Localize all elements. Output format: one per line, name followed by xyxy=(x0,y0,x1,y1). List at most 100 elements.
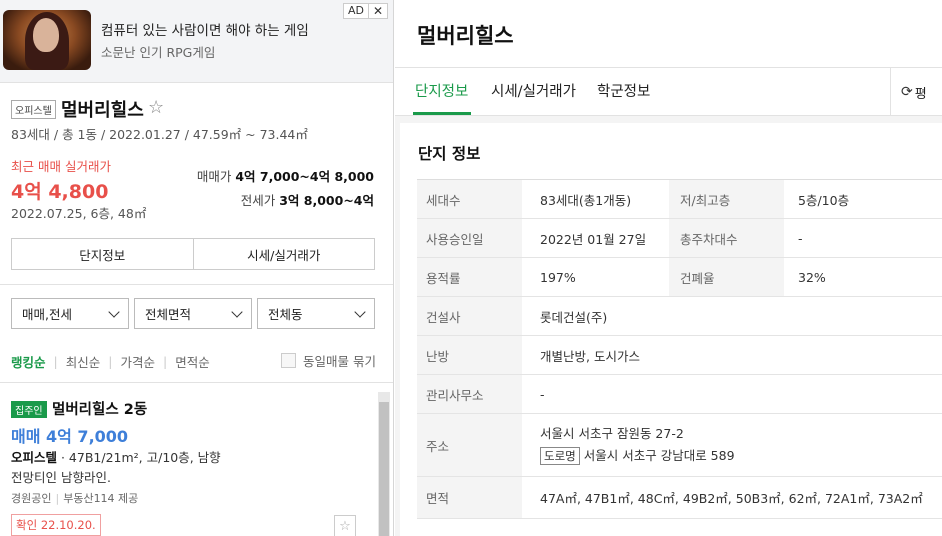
sort-price[interactable]: 가격순 xyxy=(120,352,155,371)
sale-label: 매매가 xyxy=(196,169,232,184)
unit-toggle-button[interactable]: ⟳ 평 xyxy=(890,68,942,116)
detail-title: 멀버리힐스 xyxy=(417,24,514,48)
sale-price-range: 매매가 4억 7,000~4억 8,000 xyxy=(197,166,374,185)
recent-trade-label: 최근 매매 실거래가 xyxy=(11,159,111,174)
scrollbar-thumb[interactable] xyxy=(379,402,389,536)
section-title: 단지 정보 xyxy=(418,145,481,163)
info-key: 저/최고층 xyxy=(669,180,784,218)
listing-detail: · 47B1/21m², 고/10층, 남향 xyxy=(57,450,221,465)
building-filter[interactable]: 전체동 xyxy=(257,298,375,329)
complex-info-card: 단지 정보 세대수 83세대(총1개동) 저/최고층 5층/10층 사용승인일 … xyxy=(400,123,942,536)
info-value: 개별난방, 도시가스 xyxy=(540,348,640,364)
listing-agent: 경원공인 | 부동산114 제공 xyxy=(11,492,139,505)
sort-ranking[interactable]: 랭킹순 xyxy=(11,352,46,371)
area-filter[interactable]: 전체면적 xyxy=(134,298,252,329)
ad-subtitle[interactable]: 소문난 인기 RPG게임 xyxy=(101,42,215,61)
recent-trade-price: 4억 4,800 xyxy=(11,181,109,203)
chevron-down-icon xyxy=(108,305,120,318)
same-listing-toggle[interactable]: 동일매물 묶기 xyxy=(281,351,376,370)
info-key: 건설사 xyxy=(417,297,522,335)
chevron-down-icon xyxy=(231,305,243,318)
jeonse-label: 전세가 xyxy=(240,193,276,208)
filter-label: 매매,전세 xyxy=(22,307,72,322)
info-value: 83세대(총1개동) xyxy=(540,192,632,208)
info-key: 건폐율 xyxy=(669,258,784,296)
listing-item[interactable]: 집주인 멀버리힐스 2동 매매 4억 7,000 오피스텔 · 47B1/21m… xyxy=(0,383,376,536)
info-row: 면적 47A㎡, 47B1㎡, 48C㎡, 49B2㎡, 50B3㎡, 62㎡,… xyxy=(417,477,942,519)
info-table: 세대수 83세대(총1개동) 저/최고층 5층/10층 사용승인일 2022년 … xyxy=(417,179,942,519)
complex-button-row: 단지정보 시세/실거래가 xyxy=(11,238,375,270)
favorite-star-icon[interactable]: ☆ xyxy=(148,97,164,118)
info-key: 난방 xyxy=(417,336,522,374)
agent-source: 부동산114 제공 xyxy=(63,492,139,505)
complex-info-button[interactable]: 단지정보 xyxy=(12,239,193,269)
sale-range: 4억 7,000~4억 8,000 xyxy=(235,169,374,184)
jeonse-price-range: 전세가 3억 8,000~4억 xyxy=(241,190,374,209)
ad-label: AD xyxy=(347,4,364,17)
info-row: 관리사무소 - xyxy=(417,375,942,414)
ad-title[interactable]: 컴퓨터 있는 사람이면 해야 하는 게임 xyxy=(101,19,309,39)
filter-label: 전체동 xyxy=(268,307,303,322)
address-value: 서울시 서초구 잠원동 27-2 도로명 서울시 서초구 강남대로 589 xyxy=(522,414,942,476)
sort-area[interactable]: 면적순 xyxy=(175,352,210,371)
active-tab-underline xyxy=(413,112,471,115)
recent-trade-date: 2022.07.25, 6층, 48㎡ xyxy=(11,206,147,221)
property-type-tag: 오피스텔 xyxy=(11,100,56,119)
listing-favorite-star-icon[interactable]: ☆ xyxy=(334,515,356,536)
info-key: 총주차대수 xyxy=(669,219,784,257)
info-key: 용적률 xyxy=(417,258,522,296)
filter-label: 전체면적 xyxy=(145,307,192,322)
price-trade-button[interactable]: 시세/실거래가 xyxy=(192,239,375,269)
road-address-line: 도로명 서울시 서초구 강남대로 589 xyxy=(540,445,735,467)
tab-price-trade[interactable]: 시세/실거래가 xyxy=(491,80,576,101)
same-listing-checkbox[interactable] xyxy=(281,353,296,368)
unit-label: 평 xyxy=(914,86,927,102)
left-panel: 컴퓨터 있는 사람이면 해야 하는 게임 소문난 인기 RPG게임 AD ✕ 오… xyxy=(0,0,394,536)
refresh-icon: ⟳ xyxy=(901,84,913,100)
scrollbar[interactable] xyxy=(378,392,390,536)
info-key: 세대수 xyxy=(417,180,522,218)
ad-banner[interactable]: 컴퓨터 있는 사람이면 해야 하는 게임 소문난 인기 RPG게임 AD ✕ xyxy=(0,0,393,83)
sort-latest[interactable]: 최신순 xyxy=(66,352,101,371)
info-value: - xyxy=(540,386,545,402)
info-key: 면적 xyxy=(417,477,522,518)
info-value: 32% xyxy=(798,269,826,285)
info-key: 사용승인일 xyxy=(417,219,522,257)
lot-address: 서울시 서초구 잠원동 27-2 xyxy=(540,426,684,441)
detail-header: 멀버리힐스 xyxy=(395,0,942,68)
divider xyxy=(0,284,393,285)
filter-bar: 매매,전세 전체면적 전체동 xyxy=(11,298,375,329)
info-row: 세대수 83세대(총1개동) 저/최고층 5층/10층 xyxy=(417,180,942,219)
ad-badge: AD ✕ xyxy=(342,3,388,19)
info-row: 용적률 197% 건폐율 32% xyxy=(417,258,942,297)
chevron-down-icon xyxy=(354,305,366,318)
owner-tag: 집주인 xyxy=(11,401,47,418)
info-value: - xyxy=(798,230,803,246)
info-value: 197% xyxy=(540,269,576,285)
ad-image[interactable] xyxy=(3,10,91,70)
sort-options: 랭킹순 | 최신순 | 가격순 | 면적순 xyxy=(11,352,210,371)
info-row: 주소 서울시 서초구 잠원동 27-2 도로명 서울시 서초구 강남대로 589 xyxy=(417,414,942,477)
listing-type: 오피스텔 xyxy=(11,450,58,465)
info-value: 5층/10층 xyxy=(798,192,850,208)
agent-name: 경원공인 xyxy=(11,492,52,505)
same-listing-label: 동일매물 묶기 xyxy=(303,354,376,369)
listing-spec: 오피스텔 · 47B1/21m², 고/10층, 남향 xyxy=(11,447,221,466)
close-icon[interactable]: ✕ xyxy=(367,4,387,18)
detail-tabs: 단지정보 시세/실거래가 학군정보 ⟳ 평 xyxy=(395,68,942,116)
tab-school-info[interactable]: 학군정보 xyxy=(597,80,650,101)
complex-name: 멀버리힐스 xyxy=(61,100,144,121)
confirm-date-badge: 확인 22.10.20. xyxy=(11,514,101,536)
tab-complex-info[interactable]: 단지정보 xyxy=(415,80,468,101)
jeonse-range: 3억 8,000~4억 xyxy=(279,193,374,208)
info-key: 관리사무소 xyxy=(417,375,522,413)
listing-name[interactable]: 멀버리힐스 2동 xyxy=(52,398,147,419)
listing-price: 매매 4억 7,000 xyxy=(11,427,129,446)
detail-panel: 멀버리힐스 단지정보 시세/실거래가 학군정보 ⟳ 평 단지 정보 세대수 83세… xyxy=(395,0,942,536)
trade-type-filter[interactable]: 매매,전세 xyxy=(11,298,129,329)
info-row: 사용승인일 2022년 01월 27일 총주차대수 - xyxy=(417,219,942,258)
info-key: 주소 xyxy=(417,414,522,476)
info-row: 난방 개별난방, 도시가스 xyxy=(417,336,942,375)
info-row: 건설사 롯데건설(주) xyxy=(417,297,942,336)
info-value: 롯데건설(주) xyxy=(540,309,608,325)
